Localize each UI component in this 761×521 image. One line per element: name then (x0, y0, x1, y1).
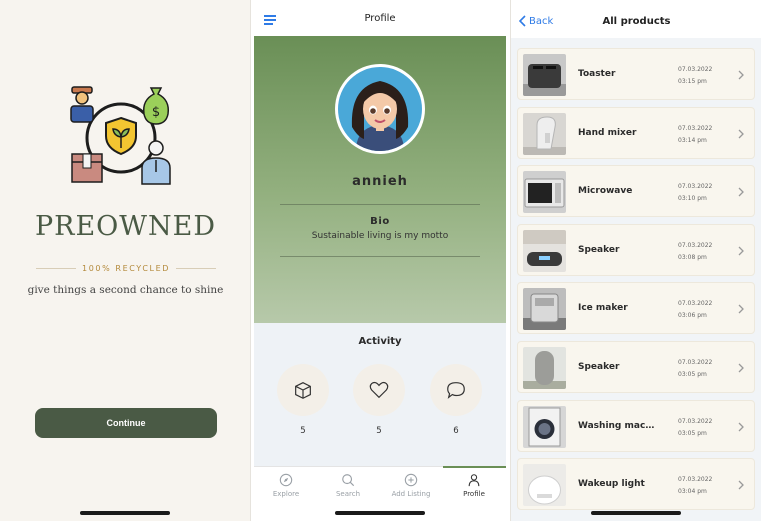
tagline-row: 100% RECYCLED (36, 262, 217, 274)
activity-messages-button[interactable] (430, 364, 482, 416)
page-title: Profile (364, 12, 396, 24)
page-title: All products (602, 16, 671, 27)
chevron-right-icon (738, 480, 744, 490)
chevron-right-icon (738, 70, 744, 80)
active-tab-indicator (443, 466, 506, 468)
product-timestamp: 07.03.2022 03:05 pm (678, 417, 713, 437)
continue-button[interactable]: Continue (35, 408, 217, 438)
brand-title: PREOWNED (34, 211, 217, 242)
motto-text: give things a second chance to shine (27, 284, 224, 296)
tab-label: Search (335, 490, 361, 498)
chevron-right-icon (738, 129, 744, 139)
divider (280, 204, 480, 205)
product-row[interactable]: Ice maker 07.03.2022 03:06 pm (517, 282, 755, 335)
product-timestamp: 07.03.2022 03:15 pm (678, 66, 713, 85)
product-timestamp: 07.03.2022 03:05 pm (678, 358, 713, 378)
recycle-cycle-logo-icon: $ (70, 86, 171, 185)
favorites-count: 5 (376, 426, 382, 436)
search-icon (342, 474, 355, 487)
product-row[interactable]: Hand mixer 07.03.2022 03:14 pm (517, 106, 755, 159)
chevron-right-icon (738, 363, 744, 373)
chevron-right-icon (738, 187, 744, 197)
chevron-right-icon (738, 246, 744, 256)
nav-bar: Back All products (511, 0, 761, 38)
tab-label: Profile (463, 490, 485, 498)
plus-circle-icon (404, 473, 418, 487)
messages-count: 6 (453, 426, 459, 436)
activity-favorites-button[interactable] (353, 364, 405, 416)
activity-heading: Activity (358, 336, 402, 347)
chevron-right-icon (738, 304, 744, 314)
chevron-right-icon (738, 422, 744, 432)
username: annieh (352, 174, 408, 189)
product-name: Speaker (578, 244, 620, 255)
bio-heading: Bio (370, 216, 390, 227)
box-icon (295, 382, 311, 399)
tab-profile[interactable]: Profile (444, 473, 504, 498)
heart-icon (369, 381, 389, 399)
product-timestamp: 07.03.2022 03:10 pm (678, 183, 713, 203)
divider (176, 267, 217, 269)
splash-screen: $ PREOWNED 100% RECYCLED give things a s… (0, 0, 251, 521)
speaker-image (523, 229, 566, 272)
wakeup-light-image (523, 464, 566, 507)
product-name: Ice maker (578, 303, 628, 314)
smart-speaker-image (523, 346, 566, 389)
avatar[interactable] (335, 64, 425, 154)
tab-add-listing[interactable]: Add Listing (381, 473, 441, 498)
hamburger-menu-icon[interactable] (264, 15, 276, 25)
compass-icon (279, 473, 293, 487)
home-indicator (80, 511, 170, 515)
tab-explore[interactable]: Explore (256, 473, 316, 498)
product-timestamp: 07.03.2022 03:08 pm (678, 241, 713, 261)
home-indicator (591, 511, 681, 515)
chat-bubble-icon (447, 382, 465, 399)
product-name: Microwave (578, 186, 633, 197)
product-timestamp: 07.03.2022 03:06 pm (678, 300, 713, 320)
bio-text: Sustainable living is my motto (311, 231, 449, 241)
microwave-image (523, 171, 566, 214)
product-row[interactable]: Speaker 07.03.2022 03:08 pm (517, 223, 755, 276)
hand-mixer-image (523, 112, 566, 155)
product-name: Wakeup light (578, 479, 645, 490)
washing-machine-image (523, 405, 566, 448)
listings-count: 5 (300, 426, 306, 436)
product-name: Hand mixer (578, 127, 637, 138)
product-name: Speaker (578, 361, 620, 372)
ice-maker-image (523, 288, 566, 331)
tab-label: Explore (272, 490, 300, 498)
home-indicator (335, 511, 425, 515)
activity-listings-button[interactable] (277, 364, 329, 416)
product-row[interactable]: Speaker 07.03.2022 03:05 pm (517, 340, 755, 393)
svg-text:$: $ (152, 105, 160, 120)
product-timestamp: 07.03.2022 03:04 pm (678, 476, 713, 496)
product-name: Washing machi... (578, 420, 660, 431)
product-name: Toaster (578, 69, 616, 79)
product-row[interactable]: Washing machi... 07.03.2022 03:05 pm (517, 399, 755, 452)
divider (280, 256, 480, 257)
tab-label: Add Listing (391, 490, 431, 498)
profile-header: annieh Bio Sustainable living is my mott… (254, 36, 506, 323)
person-icon (468, 474, 480, 487)
toaster-image (523, 54, 566, 96)
divider (36, 267, 77, 269)
product-row[interactable]: Toaster 07.03.2022 03:15 pm (517, 48, 755, 100)
profile-screen: Profile annieh Bio Sustainable living is… (254, 0, 506, 521)
product-row[interactable]: Microwave 07.03.2022 03:10 pm (517, 165, 755, 218)
products-screen: Back All products Toaster 07.03.2022 03:1… (510, 0, 761, 521)
product-timestamp: 07.03.2022 03:14 pm (678, 124, 713, 144)
nav-bar: Profile (254, 0, 506, 36)
avatar-illustration-icon (338, 67, 422, 151)
tagline: 100% RECYCLED (82, 263, 170, 273)
app-screens: $ PREOWNED 100% RECYCLED give things a s… (0, 0, 761, 521)
product-row[interactable]: Wakeup light 07.03.2022 03:04 pm (517, 458, 755, 511)
product-list: Toaster 07.03.2022 03:15 pm Hand mixer 07… (517, 48, 755, 517)
tab-search[interactable]: Search (318, 473, 378, 498)
